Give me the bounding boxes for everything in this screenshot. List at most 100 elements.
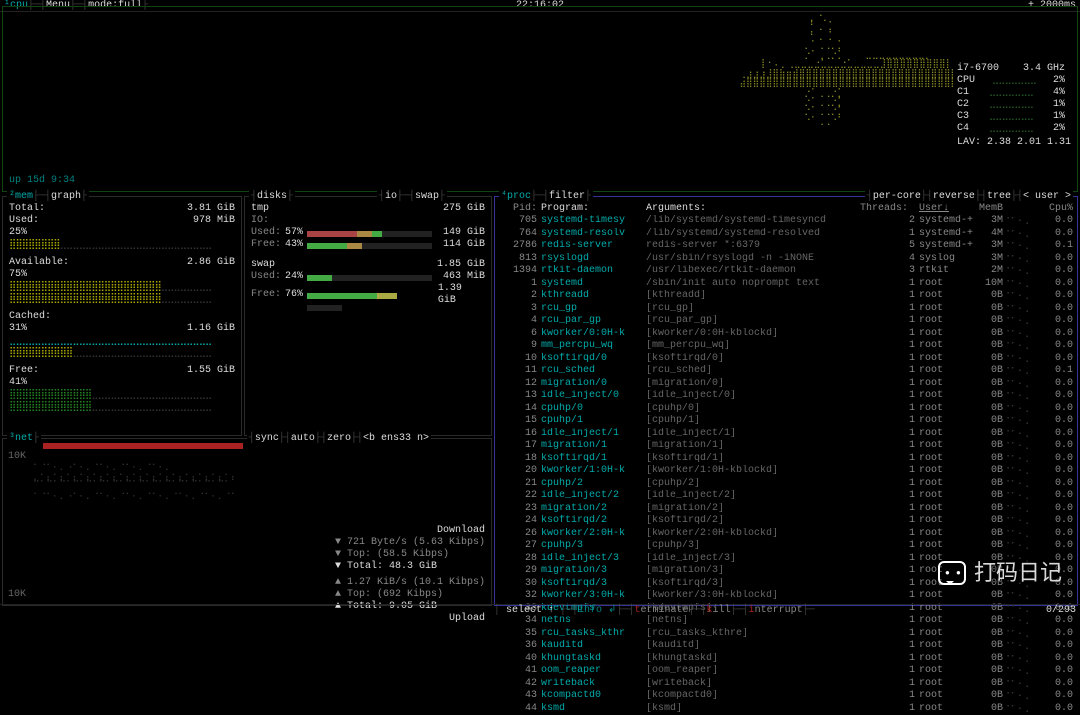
process-row[interactable]: 14cpuhp/0[cpuhp/0]1root0B ⠐⠂⠄⡀0.0 [495, 403, 1077, 416]
sort-column[interactable]: < user > [1023, 191, 1071, 202]
process-row[interactable]: 24ksoftirqd/2[ksoftirqd/2]1root0B ⠐⠂⠄⡀0.… [495, 515, 1077, 528]
mem-panel: ²mem├─┤graph├ Total:3.81 GiBUsed:978 MiB… [2, 196, 242, 436]
process-row[interactable]: 2786redis-serverredis-server *:63795syst… [495, 240, 1077, 253]
process-row[interactable]: 43kcompactd0[kcompactd0]1root0B ⠐⠂⠄⡀0.0 [495, 690, 1077, 703]
download-title: Download [335, 525, 485, 537]
chat-icon [938, 561, 966, 585]
mem-bar: ⣀⣀⣀⣀⣀⣀⣀⣀⣀⣀⣀⣀⣀⣀⣀⣀⣀⣀⣀⣀⣀⣀⣀⣀⣀⣀⣀⣀⣀⣀⣀⣀⣿⣿⣿⣿⣿⣿⣿⣿… [3, 337, 241, 359]
net-scale-top: 10K [8, 451, 26, 463]
mem-graph-toggle[interactable]: graph [51, 191, 81, 202]
process-row[interactable]: 12migration/0[migration/0]1root0B ⠐⠂⠄⡀0.… [495, 378, 1077, 391]
uptime: up 15d 9:34 [9, 175, 75, 187]
process-row[interactable]: 44ksmd[ksmd]1root0B ⠐⠂⠄⡀0.0 [495, 703, 1077, 715]
mem-bar: ⣿⣿⣿⣿⣿⣿⣿⣿⣿⣿⣿⣿⣿⣀⣀⣀⣀⣀⣀⣀⣀⣀⣀⣀⣀⣀⣀⣀⣀⣀⣀⣀⣿⣿⣿⣿⣿⣿⣿⣿… [3, 391, 241, 413]
panel-tag-proc[interactable]: ⁴proc [501, 191, 531, 202]
net-sync[interactable]: sync [255, 433, 279, 444]
process-row[interactable]: 18ksoftirqd/1[ksoftirqd/1]1root0B ⠐⠂⠄⡀0.… [495, 453, 1077, 466]
process-row[interactable]: 34netns[netns]1root0B ⠐⠂⠄⡀0.0 [495, 615, 1077, 628]
process-row[interactable]: 705systemd-timesy/lib/systemd/systemd-ti… [495, 215, 1077, 228]
cpu-core-row: CPU⣀⣀⣀⣀⣀⣀⣀2% [957, 75, 1065, 87]
process-row[interactable]: 20kworker/1:0H-k[kworker/1:0H-kblockd]1r… [495, 465, 1077, 478]
net-auto[interactable]: auto [291, 433, 315, 444]
mem-row: Available:2.86 GiB [3, 257, 241, 269]
process-row[interactable]: 16idle_inject/1[idle_inject/1]1root0B ⠐⠂… [495, 428, 1077, 441]
cpu-core-row: C1⣀⣀⣀⣀⣀⣀⣀4% [957, 87, 1065, 99]
process-row[interactable]: 13idle_inject/0[idle_inject/0]1root0B ⠐⠂… [495, 390, 1077, 403]
mem-row: 41% [3, 377, 241, 389]
process-row[interactable]: 22idle_inject/2[idle_inject/2]1root0B ⠐⠂… [495, 490, 1077, 503]
swap-val: 1.85 GiB [437, 259, 485, 271]
mem-row: Free:1.55 GiB [3, 365, 241, 377]
cpu-core-row: C3⣀⣀⣀⣀⣀⣀⣀1% [957, 111, 1065, 123]
proc-actions[interactable]: │ select ↑ ├─┤info ↲├─┤terminate├─┤kill├… [494, 605, 815, 617]
process-row[interactable]: 17migration/1[migration/1]1root0B ⠐⠂⠄⡀0.… [495, 440, 1077, 453]
process-row[interactable]: 26kworker/2:0H-k[kworker/2:0H-kblockd]1r… [495, 528, 1077, 541]
watermark: 打码日记 [938, 560, 1062, 586]
percore-toggle[interactable]: per-core [873, 191, 921, 202]
cpu-freq: 3.4 GHz [1023, 63, 1065, 75]
process-row[interactable]: 35rcu_tasks_kthr[rcu_tasks_kthre]1root0B… [495, 628, 1077, 641]
net-panel: ³net├ ┤sync├┤auto├┤zero├┤<b ens33 n> 10K… [2, 438, 492, 606]
net-download-bar [43, 443, 243, 449]
tmp-val: 275 GiB [443, 203, 485, 215]
cpu-info-box: i7-6700 3.4 GHz CPU⣀⣀⣀⣀⣀⣀⣀2%C1⣀⣀⣀⣀⣀⣀⣀4%C2… [957, 63, 1071, 149]
process-row[interactable]: 9mm_percpu_wq[mm_percpu_wq]1root0B ⠐⠂⠄⡀0… [495, 340, 1077, 353]
mem-row: 31%1.16 GiB [3, 323, 241, 335]
mem-row: 75% [3, 269, 241, 281]
net-graph: ⠂⠐⠂⠄⡀⠠⠂⠄⡀⠐⠂⠄⡀⠐⠂⠄⡀⠐⠂⠄⡀ ⡀⠂⡄⠂⡄⠂⡄⠂⡄⠂⡄⠂⡄⠂⡄⠂⡄⠂… [33, 453, 341, 591]
io-tag[interactable]: io [385, 191, 397, 202]
panel-tag-net[interactable]: ³net [9, 433, 33, 444]
process-row[interactable]: 6kworker/0:0H-k[kworker/0:0H-kblockd]1ro… [495, 328, 1077, 341]
tree-toggle[interactable]: tree [987, 191, 1011, 202]
cpu-graph: ⡀⠐⡀ ⠃⢀ ⡁ ⠃⢀ ⡁ ⡀⠁⢀⢀⡀⡁ ⡐⠁⢀⢀⡐⡁ ⣀⣀⣀⣀⣀⣀⣀⣀⣀⡀ ⡇… [739, 13, 957, 126]
process-row[interactable]: 32kworker/3:0H-k[kworker/3:0H-kblockd]1r… [495, 590, 1077, 603]
mem-row: 25% [3, 227, 241, 239]
tmp-label: tmp [251, 203, 269, 215]
net-zero[interactable]: zero [327, 433, 351, 444]
net-scale-bot: 10K [8, 589, 26, 601]
process-row[interactable]: 1systemd/sbin/init auto noprompt text1ro… [495, 278, 1077, 291]
cpu-panel: ⡀⠐⡀ ⠃⢀ ⡁ ⠃⢀ ⡁ ⡀⠁⢀⢀⡀⡁ ⡐⠁⢀⢀⡐⡁ ⣀⣀⣀⣀⣀⣀⣀⣀⣀⡀ ⡇… [2, 6, 1078, 192]
process-row[interactable]: 10ksoftirqd/0[ksoftirqd/0]1root0B ⠐⠂⠄⡀0.… [495, 353, 1077, 366]
disk-free-bar [307, 242, 432, 248]
process-row[interactable]: 3rcu_gp[rcu_gp]1root0B ⠐⠂⠄⡀0.0 [495, 303, 1077, 316]
process-row[interactable]: 42writeback[writeback]1root0B ⠐⠂⠄⡀0.0 [495, 678, 1077, 691]
reverse-toggle[interactable]: reverse [933, 191, 975, 202]
process-row[interactable]: 36kauditd[kauditd]1root0B ⠐⠂⠄⡀0.0 [495, 640, 1077, 653]
swap-used-bar [307, 274, 432, 280]
filter-button[interactable]: filter [549, 191, 585, 202]
process-row[interactable]: 4rcu_par_gp[rcu_par_gp]1root0B ⠐⠂⠄⡀0.0 [495, 315, 1077, 328]
proc-header: Pid: Program: Arguments: Threads: User↓ … [495, 203, 1077, 215]
process-row[interactable]: 15cpuhp/1[cpuhp/1]1root0B ⠐⠂⠄⡀0.0 [495, 415, 1077, 428]
load-average: LAV: 2.38 2.01 1.31 [957, 137, 1071, 149]
process-row[interactable]: 2kthreadd[kthreadd]1root0B ⠐⠂⠄⡀0.0 [495, 290, 1077, 303]
process-row[interactable]: 1394rtkit-daemon/usr/libexec/rtkit-daemo… [495, 265, 1077, 278]
process-row[interactable]: 40khungtaskd[khungtaskd]1root0B ⠐⠂⠄⡀0.0 [495, 653, 1077, 666]
proc-panel: ⁴proc├─┤filter├ ┤per-core├┤reverse├┤tree… [494, 196, 1078, 606]
cpu-core-row: C2⣀⣀⣀⣀⣀⣀⣀1% [957, 99, 1065, 111]
process-row[interactable]: 27cpuhp/3[cpuhp/3]1root0B ⠐⠂⠄⡀0.0 [495, 540, 1077, 553]
mem-bar: ⣿⣿⣿⣿⣿⣿⣿⣿⣿⣿⣿⣿⣿⣿⣿⣿⣿⣿⣿⣿⣿⣿⣿⣿⣀⣀⣀⣀⣀⣀⣀⣀⣿⣿⣿⣿⣿⣿⣿⣿… [3, 283, 241, 305]
bottom-bar: │ select ↑ ├─┤info ↲├─┤terminate├─┤kill├… [0, 604, 1080, 616]
swap-free-bar [307, 292, 430, 298]
process-row[interactable]: 41oom_reaper[oom_reaper]1root0B ⠐⠂⠄⡀0.0 [495, 665, 1077, 678]
io-label: IO: [251, 215, 269, 227]
cpu-model: i7-6700 [957, 63, 999, 75]
panel-tag-disks[interactable]: disks [257, 191, 287, 202]
process-row[interactable]: 11rcu_sched[rcu_sched]1root0B ⠐⠂⠄⡀0.1 [495, 365, 1077, 378]
process-row[interactable]: 23migration/2[migration/2]1root0B ⠐⠂⠄⡀0.… [495, 503, 1077, 516]
process-row[interactable]: 21cpuhp/2[cpuhp/2]1root0B ⠐⠂⠄⡀0.0 [495, 478, 1077, 491]
disks-panel: ┤disks├ ┤io├─┤swap├ tmp275 GiB IO: Used:… [244, 196, 492, 436]
cpu-core-row: C4⣀⣀⣀⣀⣀⣀⣀2% [957, 123, 1065, 135]
process-row[interactable]: 813rsyslogd/usr/sbin/rsyslogd -n -iNONE4… [495, 253, 1077, 266]
process-row[interactable]: 764systemd-resolv/lib/systemd/systemd-re… [495, 228, 1077, 241]
net-interface[interactable]: <b ens33 n> [363, 433, 429, 444]
swap-label: swap [251, 259, 275, 271]
mem-row: Total:3.81 GiB [3, 203, 241, 215]
mem-row: Cached: [3, 311, 241, 323]
panel-tag-mem[interactable]: ²mem [9, 191, 33, 202]
disk-used-bar [307, 230, 432, 236]
proc-count: 0/293 [1046, 605, 1076, 617]
swap-tag[interactable]: swap [415, 191, 439, 202]
mem-row: Used:978 MiB [3, 215, 241, 227]
